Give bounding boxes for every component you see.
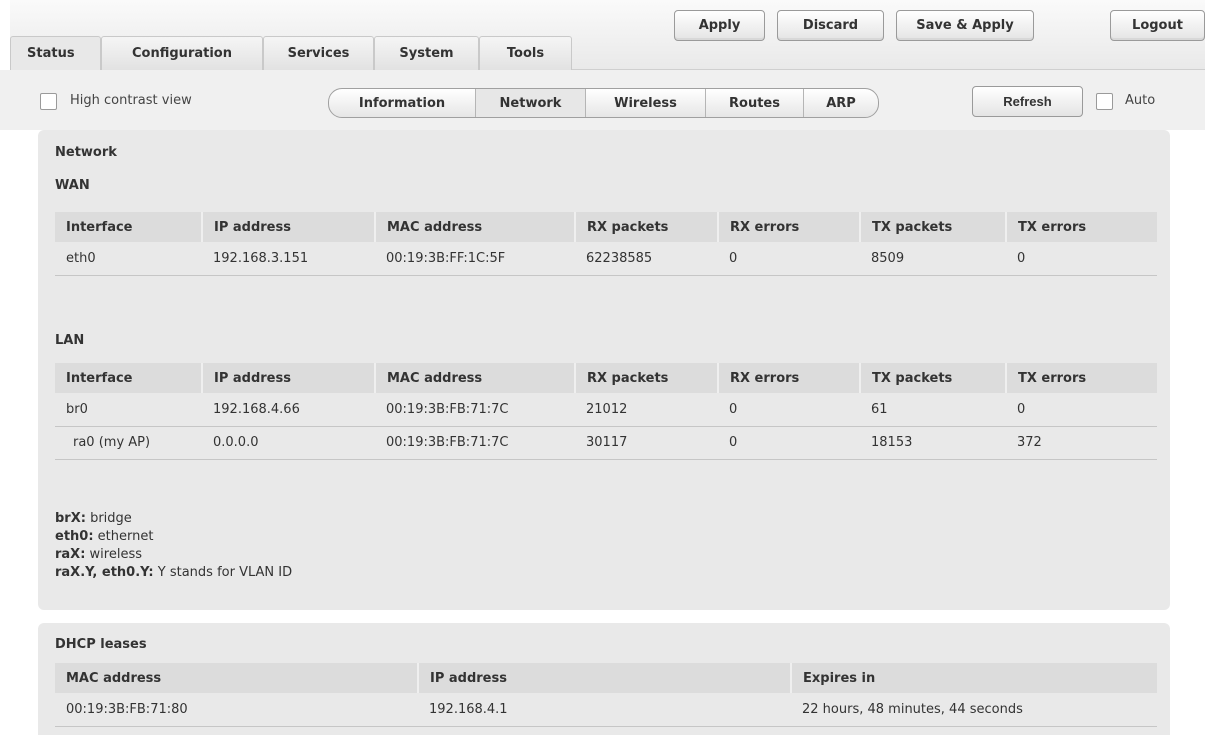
auto-refresh-label: Auto	[1125, 93, 1156, 108]
cell-interface: br0	[55, 393, 202, 427]
tab-configuration[interactable]: Configuration	[101, 36, 263, 70]
subtab-network[interactable]: Network	[476, 89, 586, 117]
apply-button[interactable]: Apply	[674, 10, 765, 41]
auto-refresh-checkbox[interactable]	[1096, 93, 1113, 110]
wan-table: Interface IP address MAC address RX pack…	[55, 212, 1157, 276]
col-tx-errors: TX errors	[1006, 212, 1157, 242]
table-row: eth0 192.168.3.151 00:19:3B:FF:1C:5F 622…	[55, 242, 1157, 276]
dhcp-panel: DHCP leases MAC address IP address Expir…	[38, 623, 1170, 735]
cell-mac-address: 00:19:3B:FB:71:80	[55, 693, 418, 727]
cell-rx-packets: 21012	[575, 393, 718, 427]
status-subtabs: Information Network Wireless Routes ARP	[328, 88, 879, 118]
cell-expires-in: 22 hours, 48 minutes, 44 seconds	[791, 693, 1157, 727]
legend-value: ethernet	[93, 529, 154, 544]
cell-tx-packets: 8509	[860, 242, 1006, 276]
wan-title: WAN	[55, 178, 90, 193]
legend-item: eth0: ethernet	[55, 528, 292, 546]
cell-rx-errors: 0	[718, 242, 860, 276]
cell-rx-packets: 62238585	[575, 242, 718, 276]
cell-tx-errors: 0	[1006, 393, 1157, 427]
network-panel: Network WAN Interface IP address MAC add…	[38, 130, 1170, 610]
legend-item: raX: wireless	[55, 546, 292, 564]
table-row: ra0 (my AP) 0.0.0.0 00:19:3B:FB:71:7C 30…	[55, 426, 1157, 460]
legend-value: Y stands for VLAN ID	[153, 565, 293, 580]
col-rx-packets: RX packets	[575, 212, 719, 242]
col-expires-in: Expires in	[791, 663, 1157, 693]
col-tx-packets: TX packets	[860, 212, 1007, 242]
legend-key: raX.Y, eth0.Y:	[55, 565, 154, 580]
legend-key: eth0:	[55, 529, 94, 544]
col-ip-address: IP address	[202, 363, 376, 393]
discard-button[interactable]: Discard	[777, 10, 884, 41]
legend-key: brX:	[55, 511, 86, 526]
col-rx-errors: RX errors	[718, 363, 861, 393]
dhcp-title: DHCP leases	[55, 637, 147, 652]
tab-tools[interactable]: Tools	[479, 36, 572, 70]
cell-mac-address: 00:19:3B:FF:1C:5F	[375, 242, 575, 276]
cell-rx-errors: 0	[718, 393, 860, 427]
cell-tx-packets: 61	[860, 393, 1006, 427]
cell-ip-address: 192.168.4.1	[418, 693, 791, 727]
interface-legend: brX: bridge eth0: ethernet raX: wireless…	[55, 510, 292, 582]
dhcp-header-row: MAC address IP address Expires in	[55, 663, 1157, 693]
legend-value: wireless	[85, 547, 142, 562]
col-ip-address: IP address	[418, 663, 792, 693]
cell-ip-address: 192.168.4.66	[202, 393, 375, 427]
col-mac-address: MAC address	[55, 663, 419, 693]
tab-system[interactable]: System	[374, 36, 479, 70]
cell-interface: ra0 (my AP)	[55, 426, 202, 460]
cell-rx-packets: 30117	[575, 426, 718, 460]
cell-ip-address: 192.168.3.151	[202, 242, 375, 276]
legend-item: brX: bridge	[55, 510, 292, 528]
col-tx-packets: TX packets	[860, 363, 1007, 393]
cell-tx-packets: 18153	[860, 426, 1006, 460]
cell-rx-errors: 0	[718, 426, 860, 460]
col-ip-address: IP address	[202, 212, 376, 242]
high-contrast-checkbox[interactable]	[40, 93, 57, 110]
dhcp-table: MAC address IP address Expires in 00:19:…	[55, 663, 1157, 727]
network-title: Network	[55, 145, 117, 160]
cell-interface: eth0	[55, 242, 202, 276]
cell-mac-address: 00:19:3B:FB:71:7C	[375, 426, 575, 460]
tab-services[interactable]: Services	[263, 36, 374, 70]
lan-header-row: Interface IP address MAC address RX pack…	[55, 363, 1157, 393]
tab-status[interactable]: Status	[10, 36, 101, 70]
legend-item: raX.Y, eth0.Y: Y stands for VLAN ID	[55, 564, 292, 582]
logout-button[interactable]: Logout	[1110, 10, 1205, 41]
col-rx-errors: RX errors	[718, 212, 861, 242]
lan-table: Interface IP address MAC address RX pack…	[55, 363, 1157, 460]
cell-mac-address: 00:19:3B:FB:71:7C	[375, 393, 575, 427]
subtab-arp[interactable]: ARP	[804, 89, 878, 117]
legend-key: raX:	[55, 547, 86, 562]
subtab-wireless[interactable]: Wireless	[586, 89, 706, 117]
legend-value: bridge	[85, 511, 132, 526]
subtab-information[interactable]: Information	[329, 89, 476, 117]
col-rx-packets: RX packets	[575, 363, 719, 393]
col-interface: Interface	[55, 363, 203, 393]
high-contrast-label: High contrast view	[70, 93, 192, 108]
table-row: 00:19:3B:FB:71:80 192.168.4.1 22 hours, …	[55, 693, 1157, 727]
wan-header-row: Interface IP address MAC address RX pack…	[55, 212, 1157, 242]
table-row: br0 192.168.4.66 00:19:3B:FB:71:7C 21012…	[55, 393, 1157, 427]
col-mac-address: MAC address	[375, 363, 576, 393]
main-tabs: Status Configuration Services System Too…	[10, 36, 572, 70]
cell-ip-address: 0.0.0.0	[202, 426, 375, 460]
col-mac-address: MAC address	[375, 212, 576, 242]
save-apply-button[interactable]: Save & Apply	[896, 10, 1034, 41]
col-tx-errors: TX errors	[1006, 363, 1157, 393]
refresh-button[interactable]: Refresh	[972, 86, 1083, 117]
cell-tx-errors: 0	[1006, 242, 1157, 276]
subtab-routes[interactable]: Routes	[706, 89, 804, 117]
cell-tx-errors: 372	[1006, 426, 1157, 460]
lan-title: LAN	[55, 333, 85, 348]
col-interface: Interface	[55, 212, 203, 242]
